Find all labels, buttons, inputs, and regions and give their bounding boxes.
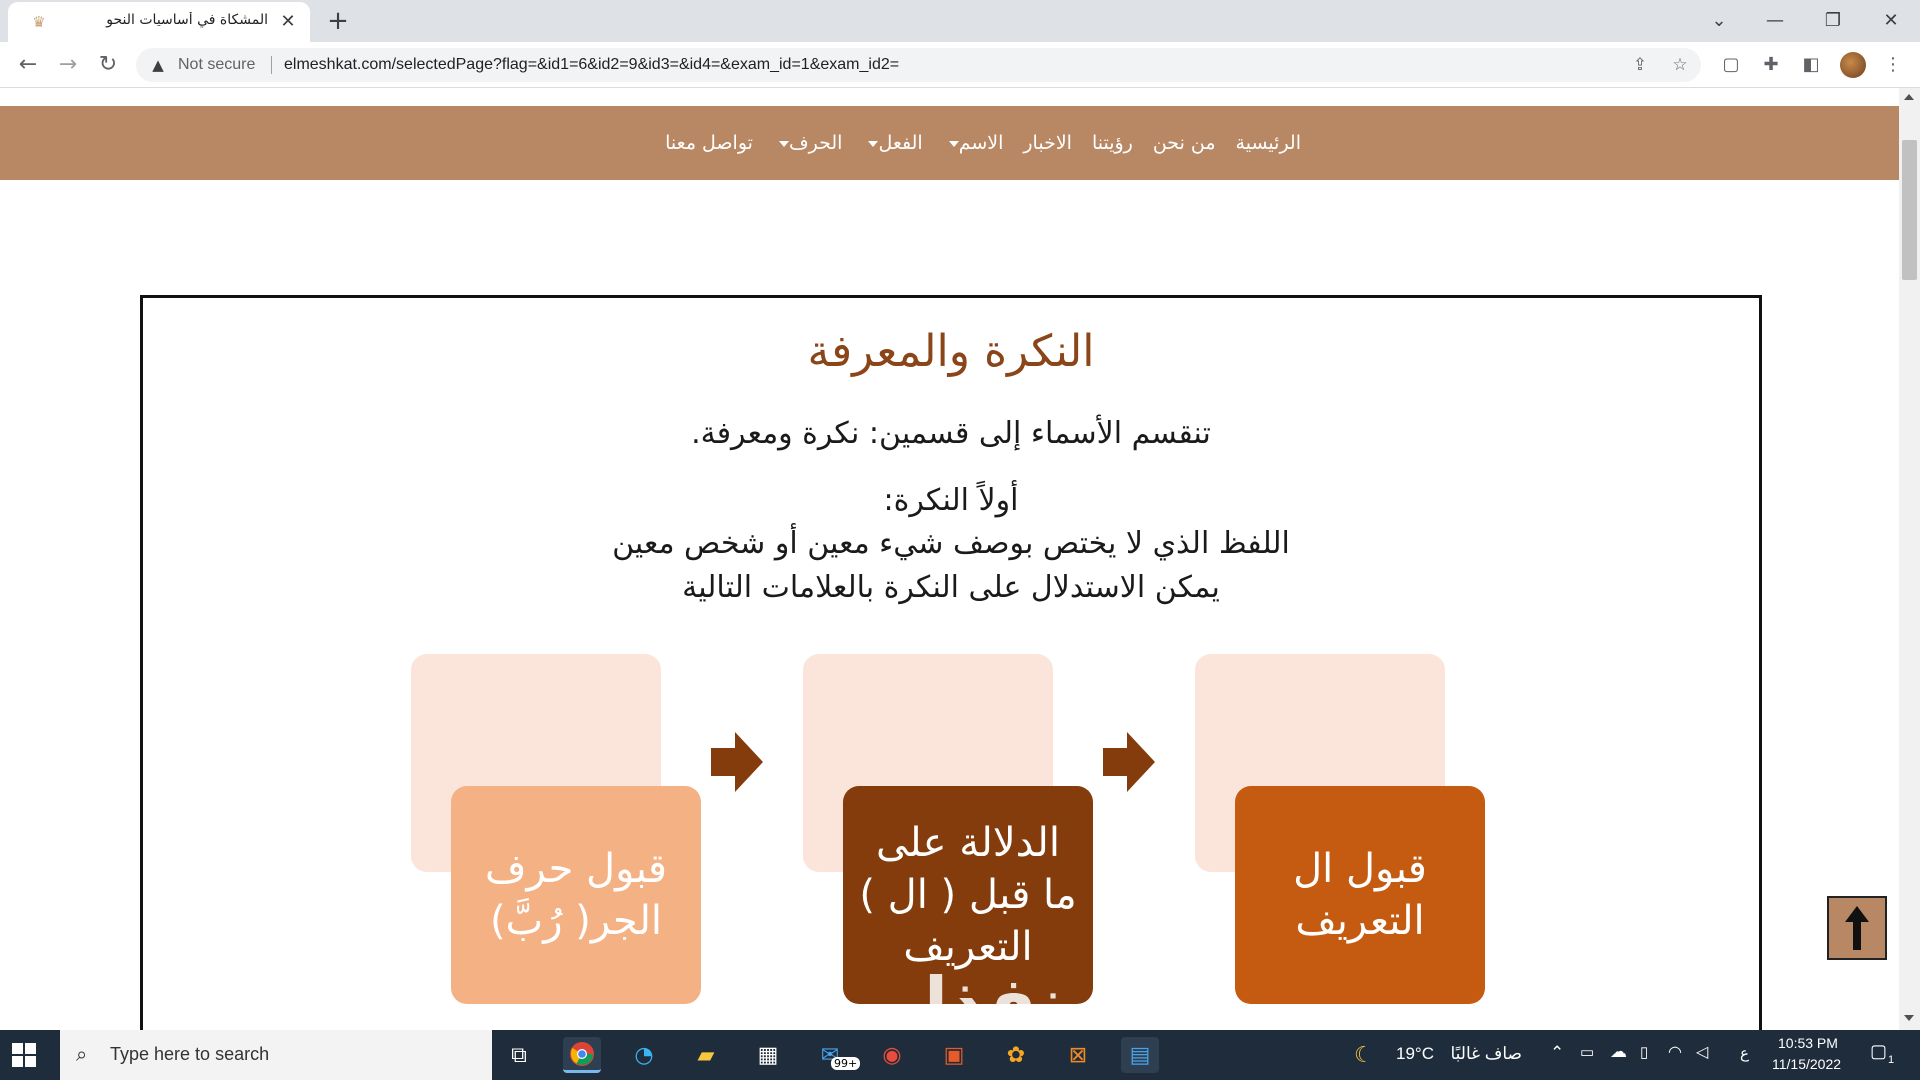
browser-toolbar: ← → ↻ ▲ Not secure elmeshkat.com/selecte… [0,42,1920,88]
browser-tab[interactable]: ♛ المشكاة في أساسيات النحو ✕ [8,2,310,42]
nav-item-particle-label: الحرف [788,132,843,154]
notification-icon[interactable]: ▢ [1870,1041,1887,1062]
profile-avatar[interactable] [1840,52,1866,78]
scroll-thumb[interactable] [1902,140,1917,280]
omnibox-separator [271,56,272,74]
sign-card-definite-article: قبول ال التعريف [1235,786,1485,1004]
new-tab-button[interactable]: + [324,8,352,36]
arrow-right-icon [1103,732,1155,792]
address-bar[interactable]: ▲ Not secure elmeshkat.com/selectedPage?… [136,48,1701,82]
minimize-icon[interactable]: — [1760,6,1790,36]
chevron-down-icon [948,140,959,147]
chrome-logo [570,1041,594,1066]
notification-count: 1 [1888,1054,1895,1066]
xampp-icon[interactable]: ⊠ [1059,1037,1097,1073]
reload-icon[interactable]: ↻ [94,51,122,79]
warning-icon[interactable]: ▲ [148,55,168,75]
nav-item-news[interactable]: الاخبار [1013,132,1082,154]
taskbar-search-box[interactable]: ⌕ Type here to search [60,1030,492,1080]
nav-item-vision[interactable]: رؤيتنا [1082,132,1143,154]
weather-desc[interactable]: صاف غالبًا [1442,1044,1522,1064]
clock-time[interactable]: 10:53 PM [1778,1035,1838,1051]
chevron-down-icon [778,140,789,147]
nav-item-particle[interactable]: الحرف [763,132,853,154]
nav-item-noun-label: الاسم [958,132,1004,154]
url-text[interactable]: elmeshkat.com/selectedPage?flag=&id1=6&i… [284,56,899,74]
not-secure-label[interactable]: Not secure [178,56,255,74]
mail-icon[interactable]: ✉ 99+ [811,1037,861,1073]
mail-badge: 99+ [831,1057,861,1070]
chrome-icon[interactable] [563,1037,601,1073]
sign-card-preposition: قبول حرف الجر( رُبَّ) [451,786,701,1004]
signs-intro-text: يمكن الاستدلال على النكرة بالعلامات التا… [682,570,1220,605]
bookmark-star-icon[interactable]: ☆ [1669,54,1691,76]
edge-icon[interactable]: ◔ [625,1037,663,1073]
lesson-title: النكرة والمعرفة [807,326,1095,377]
tab-search-icon[interactable]: ⌄ [1704,6,1734,36]
weather-temp[interactable]: 19°C [1396,1044,1434,1064]
extensions-puzzle-icon[interactable]: ✚ [1758,52,1784,78]
scroll-to-top-button[interactable] [1827,896,1887,960]
file-explorer-icon[interactable]: ▰ [687,1037,725,1073]
speaker-icon[interactable]: ◁ [1696,1042,1708,1062]
section-heading: أولاً النكرة: [883,483,1019,518]
nav-item-noun[interactable]: الاسم [933,132,1014,154]
side-panel-icon[interactable]: ◧ [1798,52,1824,78]
lesson-intro: تنقسم الأسماء إلى قسمين: نكرة ومعرفة. [691,416,1211,451]
app-icon[interactable]: ▤ [1121,1037,1159,1073]
cloud-icon[interactable]: ☁ [1610,1042,1627,1062]
site-navbar: الرئيسية من نحن رؤيتنا الاخبار الاسم الف… [0,106,1899,180]
nav-item-home[interactable]: الرئيسية [1226,132,1311,154]
nav-menu: الرئيسية من نحن رؤيتنا الاخبار الاسم الف… [655,106,1311,180]
nav-item-verb-label: الفعل [878,132,923,154]
windows-taskbar: ⌕ Type here to search ⧉ ◔ ▰ ▦ ✉ 99+ ◉ ▣ … [0,1030,1920,1080]
clock-date[interactable]: 11/15/2022 [1772,1056,1841,1072]
lesson-card: النكرة والمعرفة تنقسم الأسماء إلى قسمين:… [140,295,1762,1055]
device-icon[interactable]: ▯ [1640,1043,1648,1061]
share-icon[interactable]: ⇪ [1629,54,1651,76]
site-favicon-icon: ♛ [32,13,46,31]
browser-tab-strip: ♛ المشكاة في أساسيات النحو ✕ + ⌄ — ❐ ✕ [0,0,1920,42]
arrow-up-icon [1845,906,1869,950]
app-icon[interactable]: ▣ [935,1037,973,1073]
nav-item-contact[interactable]: تواصل معنا [655,132,763,154]
language-indicator[interactable]: ع [1740,1044,1749,1062]
arrow-right-icon [711,732,763,792]
search-placeholder: Type here to search [110,1044,270,1064]
arrow-forward-icon[interactable]: → [54,51,82,79]
scroll-up-icon[interactable] [1904,94,1914,100]
definition-text: اللفظ الذي لا يختص بوصف شيء معين أو شخص … [612,526,1290,561]
wifi-icon[interactable]: ◠ [1668,1042,1682,1062]
scroll-down-icon[interactable] [1904,1015,1914,1021]
chevron-down-icon [868,140,879,147]
menu-kebab-icon[interactable]: ⋮ [1880,52,1906,78]
chevron-up-icon[interactable]: ⌃ [1550,1043,1564,1063]
store-icon[interactable]: ▦ [749,1037,787,1073]
nav-item-about[interactable]: من نحن [1143,132,1226,154]
tab-title: المشكاة في أساسيات النحو [106,12,268,28]
task-view-icon[interactable]: ⧉ [500,1037,538,1073]
battery-icon[interactable]: ▭ [1580,1043,1594,1061]
window-close-icon[interactable]: ✕ [1876,6,1906,36]
search-icon: ⌕ [76,1042,88,1066]
extension-icon[interactable]: ▢ [1718,52,1744,78]
restore-icon[interactable]: ❐ [1818,6,1848,36]
app-icon[interactable]: ✿ [997,1037,1035,1073]
weather-icon[interactable]: ☾ [1354,1042,1374,1068]
tab-close-icon[interactable]: ✕ [278,12,298,32]
arrow-back-icon[interactable]: ← [14,51,42,79]
nav-item-verb[interactable]: الفعل [852,132,932,154]
app-icon[interactable]: ◉ [873,1037,911,1073]
windows-start-icon[interactable] [12,1043,36,1067]
